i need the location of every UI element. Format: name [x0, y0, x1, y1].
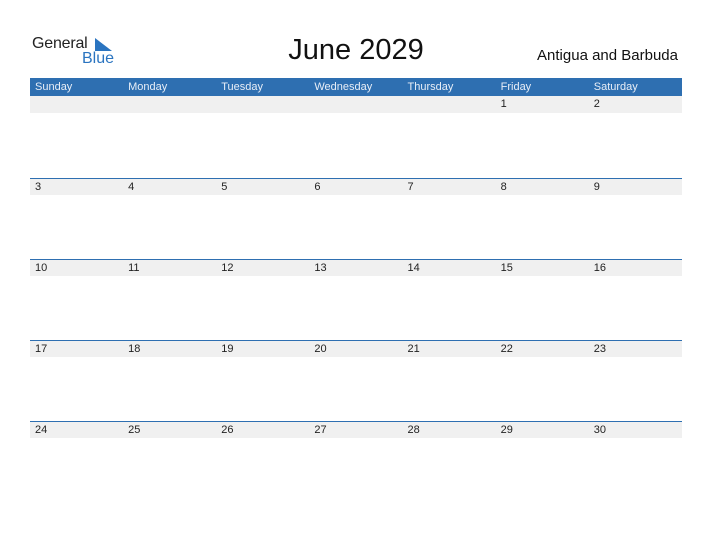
weekday-thursday: Thursday [407, 81, 454, 93]
day-number: 1 [500, 98, 507, 110]
day-number: 13 [314, 262, 327, 274]
weekday-friday: Friday [500, 81, 532, 93]
day-number: 27 [314, 424, 327, 436]
day-number: 2 [593, 98, 600, 110]
weekday-sunday: Sunday [35, 81, 73, 93]
week-row: 12 [30, 96, 682, 178]
day-number: 23 [593, 343, 606, 355]
day-number: 20 [314, 343, 327, 355]
country-name: Antigua and Barbuda [537, 47, 678, 64]
day-number: 24 [35, 424, 48, 436]
weekday-saturday: Saturday [593, 81, 638, 93]
date-band: 3 4 5 6 7 8 9 [30, 179, 682, 195]
day-number: 6 [314, 181, 321, 193]
day-number [403, 96, 496, 113]
date-band: 17 18 19 20 21 22 23 [30, 341, 682, 357]
day-number: 10 [35, 262, 48, 274]
week-row: 3 4 5 6 7 8 9 [30, 178, 682, 259]
day-number: 19 [221, 343, 234, 355]
day-number: 15 [500, 262, 513, 274]
day-number: 25 [128, 424, 141, 436]
day-number [216, 96, 309, 113]
week-row: 24 25 26 27 28 29 30 [30, 421, 682, 502]
day-number: 8 [500, 181, 507, 193]
weekday-tuesday: Tuesday [221, 81, 264, 93]
day-number: 21 [407, 343, 420, 355]
week-row: 10 11 12 13 14 15 16 [30, 259, 682, 340]
day-number: 22 [500, 343, 513, 355]
day-number: 26 [221, 424, 234, 436]
date-band: 24 25 26 27 28 29 30 [30, 422, 682, 438]
day-number [123, 96, 216, 113]
day-number [30, 96, 123, 113]
day-number: 29 [500, 424, 513, 436]
calendar-grid: Sunday Monday Tuesday Wednesday Thursday… [30, 78, 682, 502]
day-number: 16 [593, 262, 606, 274]
day-number: 28 [407, 424, 420, 436]
week-row: 17 18 19 20 21 22 23 [30, 340, 682, 421]
day-number: 11 [128, 262, 140, 274]
day-number: 30 [593, 424, 606, 436]
date-band: 10 11 12 13 14 15 16 [30, 260, 682, 276]
day-number: 18 [128, 343, 141, 355]
day-number: 12 [221, 262, 234, 274]
day-number [309, 96, 402, 113]
day-number: 3 [35, 181, 42, 193]
day-number: 9 [593, 181, 600, 193]
weekday-monday: Monday [128, 81, 168, 93]
weekday-header: Sunday Monday Tuesday Wednesday Thursday… [30, 78, 682, 96]
day-number: 7 [407, 181, 414, 193]
day-number: 5 [221, 181, 228, 193]
date-band: 12 [30, 96, 682, 113]
day-number: 14 [407, 262, 420, 274]
day-number: 4 [128, 181, 135, 193]
weekday-wednesday: Wednesday [314, 81, 373, 93]
day-number: 17 [35, 343, 48, 355]
